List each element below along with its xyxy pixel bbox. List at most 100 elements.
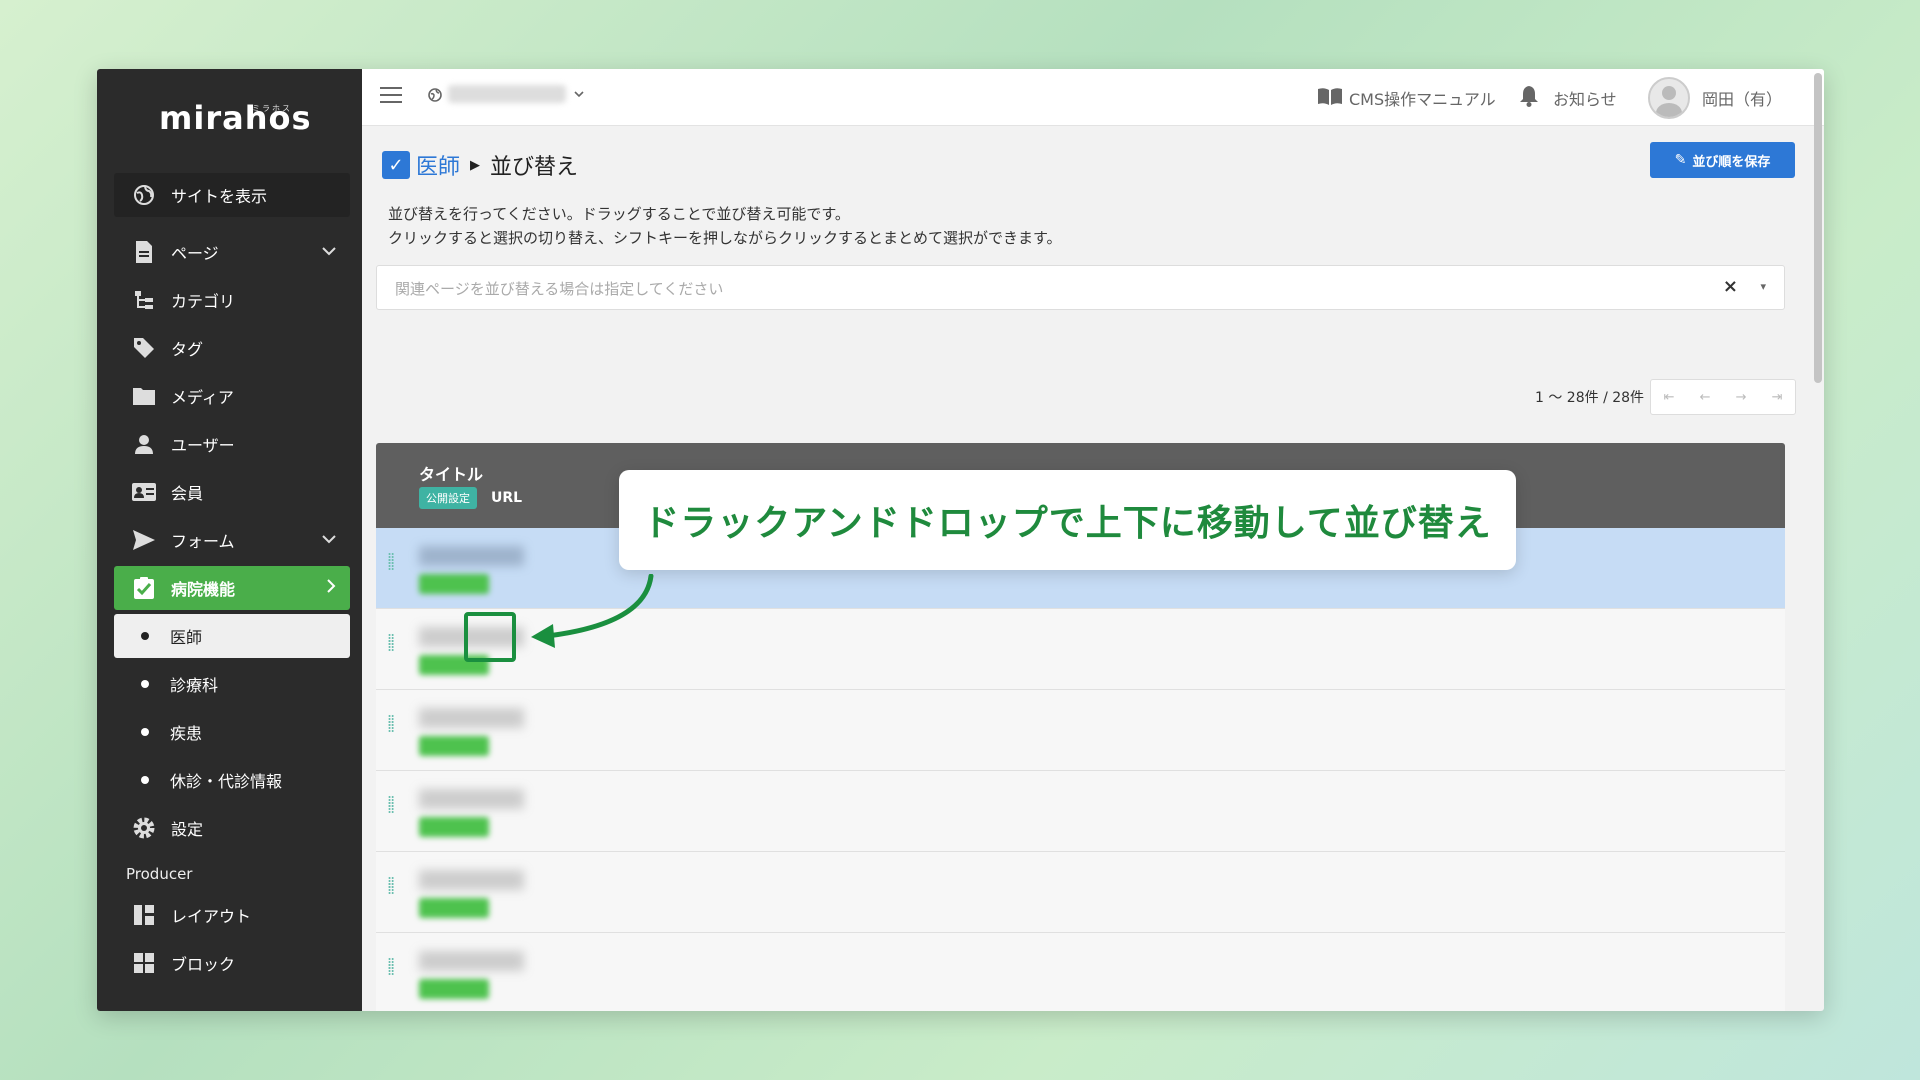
app-window: mirahos ミラホス サイトを表示 ページ カテゴリ タグ メディア ユーザ… bbox=[97, 69, 1824, 1011]
sidebar-item-users[interactable]: ユーザー bbox=[114, 422, 350, 466]
sidebar-item-media[interactable]: メディア bbox=[114, 374, 350, 418]
menu-toggle-icon[interactable] bbox=[380, 87, 402, 105]
logo-subtitle: ミラホス bbox=[252, 104, 292, 113]
sidebar-subitem-departments[interactable]: 診療科 bbox=[114, 662, 350, 706]
book-icon bbox=[1317, 86, 1343, 110]
gear-icon bbox=[131, 815, 157, 841]
sidebar-subitem-label: 診療科 bbox=[170, 676, 219, 695]
chevron-right-icon bbox=[326, 579, 336, 597]
row-title-redacted bbox=[419, 789, 524, 809]
chevron-down-icon bbox=[322, 532, 336, 548]
instruction-line: クリックすると選択の切り替え、シフトキーを押しながらクリックするとまとめて選択が… bbox=[388, 229, 1062, 247]
pencil-icon: ✎ bbox=[1674, 152, 1687, 168]
bullet-icon bbox=[141, 728, 149, 736]
clear-icon[interactable]: × bbox=[1723, 276, 1738, 297]
drag-handle-icon[interactable]: ⁞⁞ ⁞⁞ bbox=[387, 956, 395, 978]
category-tree-icon bbox=[131, 287, 157, 313]
view-site-label: サイトを表示 bbox=[171, 187, 268, 206]
sidebar-item-label: メディア bbox=[171, 388, 234, 407]
sidebar-item-label: 会員 bbox=[171, 484, 204, 503]
user-name: 岡田（有） bbox=[1702, 89, 1783, 109]
globe-icon bbox=[131, 182, 157, 208]
producer-section-label: Producer bbox=[126, 865, 193, 883]
notifications-link[interactable]: お知らせ bbox=[1519, 69, 1617, 126]
row-status-redacted bbox=[419, 898, 489, 918]
layout-icon bbox=[131, 902, 157, 928]
sidebar-subitem-label: 疾患 bbox=[170, 724, 203, 743]
page-title: 並び替え bbox=[490, 155, 579, 180]
breadcrumb-parent-link[interactable]: 医師 bbox=[416, 149, 460, 181]
drag-handle-icon[interactable]: ⁞⁞ ⁞⁞ bbox=[387, 875, 395, 897]
user-menu[interactable]: 岡田（有） bbox=[1648, 69, 1782, 126]
avatar bbox=[1648, 76, 1690, 119]
table-row[interactable]: ⁞⁞ ⁞⁞ bbox=[376, 933, 1785, 1011]
sidebar-item-label: フォーム bbox=[171, 532, 235, 551]
sidebar-subitem-closures[interactable]: 休診・代診情報 bbox=[114, 758, 350, 802]
bullet-icon bbox=[141, 776, 149, 784]
manual-link[interactable]: CMS操作マニュアル bbox=[1317, 69, 1496, 126]
user-icon bbox=[131, 431, 157, 457]
column-title: タイトル bbox=[419, 465, 484, 484]
caret-right-icon: ▶ bbox=[470, 157, 481, 173]
first-page-button[interactable]: ⇤ bbox=[1651, 380, 1687, 414]
drag-handle-icon[interactable]: ⁞⁞ ⁞⁞ bbox=[387, 794, 395, 816]
table-row[interactable]: ⁞⁞ ⁞⁞ bbox=[376, 771, 1785, 852]
dropdown-arrow-icon[interactable]: ▾ bbox=[1760, 280, 1766, 293]
column-url: URL bbox=[491, 490, 523, 506]
table-row[interactable]: ⁞⁞ ⁞⁞ bbox=[376, 852, 1785, 933]
folder-icon bbox=[131, 383, 157, 409]
row-status-redacted bbox=[419, 817, 489, 837]
notifications-label: お知らせ bbox=[1553, 89, 1617, 109]
sidebar-item-blocks[interactable]: ブロック bbox=[114, 941, 350, 985]
top-bar: CMS操作マニュアル お知らせ 岡田（有） bbox=[362, 69, 1824, 383]
last-page-button[interactable]: ⇥ bbox=[1759, 380, 1795, 414]
annotation-callout: ドラックアンドドロップで上下に移動して並び替え bbox=[619, 470, 1516, 570]
sidebar-item-categories[interactable]: カテゴリ bbox=[114, 278, 350, 322]
view-site-button[interactable]: サイトを表示 bbox=[114, 173, 350, 217]
publish-status-badge: 公開設定 bbox=[419, 487, 477, 509]
clipboard-check-icon: ✓ bbox=[382, 151, 410, 179]
sidebar: mirahos ミラホス サイトを表示 ページ カテゴリ タグ メディア ユーザ… bbox=[97, 69, 362, 1011]
sidebar-item-label: タグ bbox=[171, 340, 204, 359]
related-page-select[interactable]: 関連ページを並び替える場合は指定してください × ▾ bbox=[376, 265, 1785, 310]
drag-handle-highlight bbox=[464, 612, 516, 662]
breadcrumb: ✓ 医師 ▶ 並び替え bbox=[382, 149, 578, 181]
clipboard-check-icon bbox=[131, 575, 157, 601]
sidebar-item-layout[interactable]: レイアウト bbox=[114, 893, 350, 937]
sidebar-subitem-label: 休診・代診情報 bbox=[170, 772, 283, 791]
scrollbar[interactable] bbox=[1814, 73, 1822, 383]
member-card-icon bbox=[131, 479, 157, 505]
sidebar-item-members[interactable]: 会員 bbox=[114, 470, 350, 514]
row-title-redacted bbox=[419, 870, 524, 890]
tag-icon bbox=[131, 335, 157, 361]
save-order-label: 並び順を保存 bbox=[1692, 154, 1771, 170]
sidebar-item-hospital[interactable]: 病院機能 bbox=[114, 566, 350, 610]
next-page-button[interactable]: → bbox=[1723, 380, 1759, 414]
drag-handle-icon[interactable]: ⁞⁞ ⁞⁞ bbox=[387, 632, 395, 654]
sidebar-item-settings[interactable]: 設定 bbox=[114, 806, 350, 850]
chevron-down-icon bbox=[322, 244, 336, 260]
sidebar-item-pages[interactable]: ページ bbox=[114, 230, 350, 274]
sidebar-item-forms[interactable]: フォーム bbox=[114, 518, 350, 562]
bullet-icon bbox=[141, 632, 149, 640]
row-status-redacted bbox=[419, 736, 489, 756]
manual-label: CMS操作マニュアル bbox=[1349, 89, 1496, 109]
sidebar-item-label: 病院機能 bbox=[171, 580, 236, 599]
sidebar-subitem-diseases[interactable]: 疾患 bbox=[114, 710, 350, 754]
prev-page-button[interactable]: ← bbox=[1687, 380, 1723, 414]
instruction-line: 並び替えを行ってください。ドラッグすることで並び替え可能です。 bbox=[388, 205, 850, 223]
grid-icon bbox=[131, 950, 157, 976]
site-selector[interactable] bbox=[448, 85, 584, 103]
sidebar-item-label: ブロック bbox=[171, 955, 236, 974]
sidebar-item-label: 設定 bbox=[171, 820, 204, 839]
sidebar-item-label: レイアウト bbox=[171, 907, 252, 926]
sidebar-item-label: カテゴリ bbox=[171, 292, 236, 311]
sidebar-subitem-doctors[interactable]: 医師 bbox=[114, 614, 350, 658]
send-icon bbox=[131, 527, 157, 553]
globe-icon bbox=[428, 88, 442, 106]
drag-handle-icon[interactable]: ⁞⁞ ⁞⁞ bbox=[387, 551, 395, 573]
sidebar-item-tags[interactable]: タグ bbox=[114, 326, 350, 370]
drag-handle-icon[interactable]: ⁞⁞ ⁞⁞ bbox=[387, 713, 395, 735]
save-order-button[interactable]: ✎ 並び順を保存 bbox=[1650, 142, 1795, 178]
table-row[interactable]: ⁞⁞ ⁞⁞ bbox=[376, 690, 1785, 771]
